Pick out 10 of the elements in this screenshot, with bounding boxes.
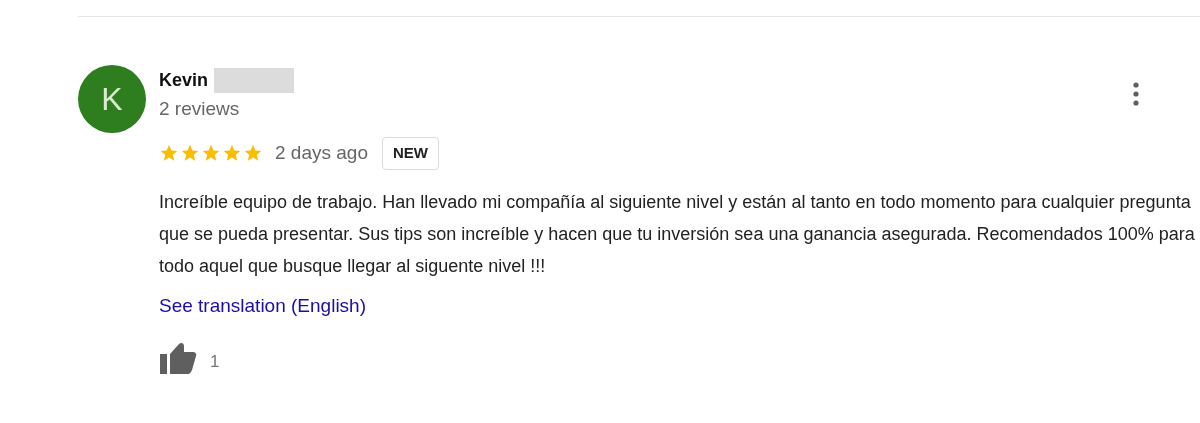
avatar-letter: K [101, 80, 123, 119]
thumbs-up-icon[interactable] [159, 342, 197, 374]
new-badge: NEW [381, 137, 439, 170]
review-text: Increíble equipo de trabajo. Han llevado mi compañía al siguiente nivel y están al tanto en todo momento para cualquier pregunta que se pueda presentar. Sus tips son increíble y hacen que tu inversión sea una ganancia asegurada. Recomendados 100% para todo aquel que busque llegar al siguente nivel !!! [159, 190, 1196, 278]
more-options-icon[interactable] [1130, 82, 1142, 106]
review-time: 2 days ago [275, 141, 368, 165]
author-name[interactable]: Kevin [159, 67, 209, 93]
review-count: 2 reviews [159, 97, 241, 121]
like-count: 1 [210, 350, 220, 373]
see-translation-link[interactable]: See translation (English) [159, 291, 366, 320]
